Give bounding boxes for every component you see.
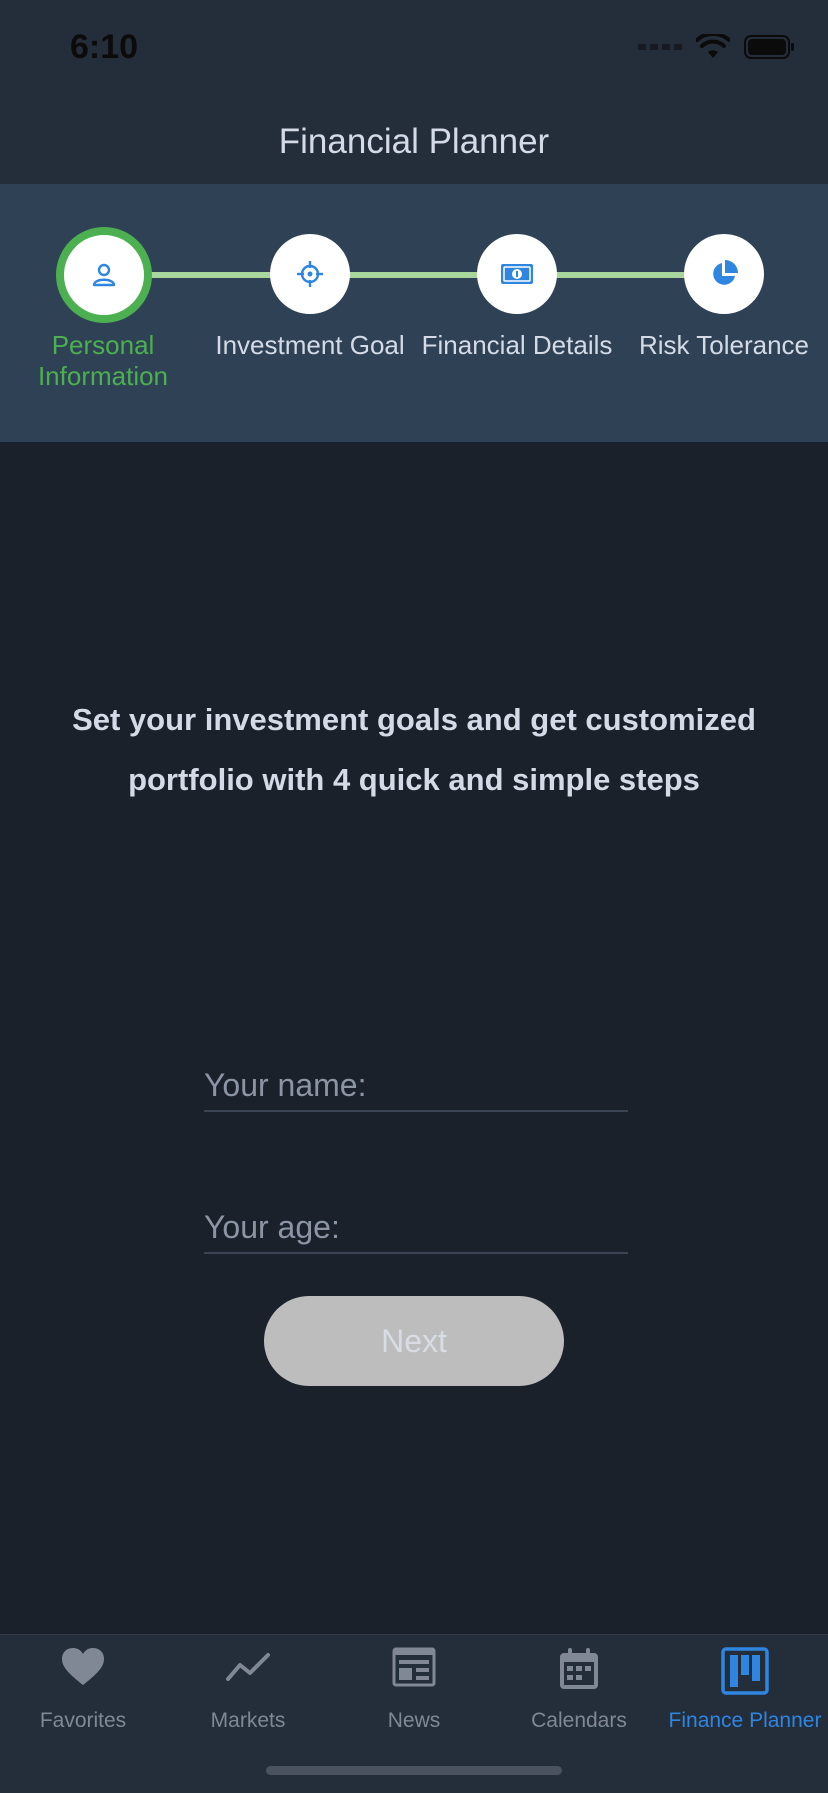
step-circle	[684, 234, 764, 314]
tab-label: Favorites	[39, 1709, 127, 1732]
step-label: Risk Tolerance	[638, 330, 810, 360]
step-circle	[56, 227, 152, 323]
crosshair-icon	[297, 261, 323, 287]
step-label: Investment Goal	[215, 330, 405, 360]
page-title: Financial Planner	[278, 122, 550, 161]
battery-icon	[744, 35, 794, 59]
tab-news[interactable]: News	[331, 1635, 497, 1755]
tab-label: Markets	[210, 1709, 286, 1732]
intro-text: Set your investment goals and get custom…	[72, 702, 756, 797]
age-input[interactable]	[204, 1202, 628, 1254]
name-input[interactable]	[204, 1060, 628, 1112]
step-connector	[554, 272, 688, 278]
status-time: 6:10	[70, 28, 139, 66]
progress-stepper: Personal Information Investment Goal Fin	[0, 184, 828, 442]
person-icon	[92, 263, 116, 287]
step-connector	[346, 272, 482, 278]
tab-label: News	[387, 1709, 441, 1732]
tab-label: Calendars	[531, 1709, 627, 1732]
step-circle	[270, 234, 350, 314]
calendar-icon	[560, 1648, 598, 1689]
step-connector	[150, 272, 274, 278]
step-label: Financial Details	[421, 330, 613, 360]
cellular-signal-icon	[638, 44, 682, 50]
pie-chart-icon	[713, 260, 738, 285]
next-button[interactable]: Next	[264, 1296, 564, 1386]
trend-line-icon	[226, 1653, 270, 1681]
kanban-icon	[721, 1647, 769, 1695]
step-circle	[477, 234, 557, 314]
navigation-bar: Financial Planner	[0, 100, 828, 184]
status-bar: 6:10	[0, 0, 828, 100]
tab-favorites[interactable]: Favorites	[0, 1635, 166, 1755]
newspaper-icon	[392, 1647, 436, 1687]
home-indicator	[266, 1766, 562, 1775]
step-label: Personal Information	[37, 330, 169, 391]
status-icons	[638, 34, 796, 60]
tab-label: Finance Planner	[668, 1709, 822, 1732]
tab-finance-planner[interactable]: Finance Planner	[662, 1635, 828, 1755]
banknote-icon	[501, 264, 533, 284]
tab-calendars[interactable]: Calendars	[496, 1635, 662, 1755]
heart-icon	[62, 1648, 104, 1685]
tab-markets[interactable]: Markets	[165, 1635, 331, 1755]
wifi-icon	[696, 34, 730, 58]
